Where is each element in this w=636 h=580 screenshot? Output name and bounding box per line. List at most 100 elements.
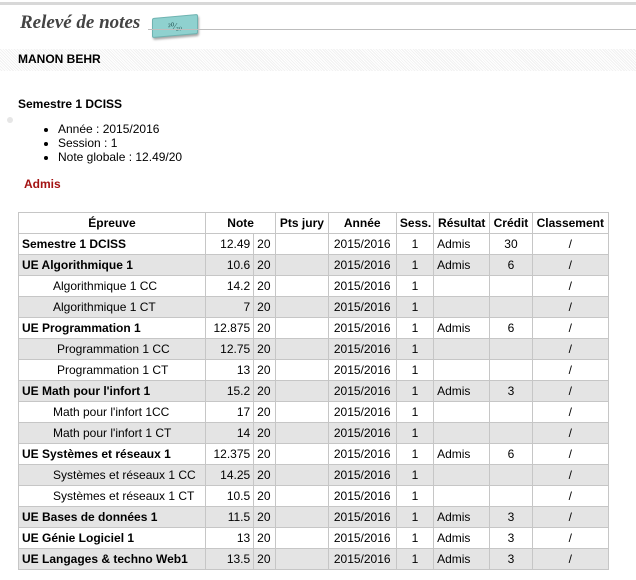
- cell-resultat: [433, 485, 491, 507]
- cell-pts-jury: [275, 296, 329, 318]
- cell-annee: 2015/2016: [327, 422, 397, 444]
- cell-credit: 3: [489, 548, 533, 570]
- page-title: Relevé de notes: [20, 12, 141, 33]
- col-epreuve: Épreuve: [18, 212, 206, 234]
- cell-credit: [489, 296, 533, 318]
- cell-session: 1: [395, 317, 435, 339]
- result-status: Admis: [24, 177, 61, 191]
- cell-note-max: 20: [253, 359, 277, 381]
- cell-pts-jury: [275, 464, 329, 486]
- col-note: Note: [204, 212, 277, 234]
- cell-pts-jury: [275, 254, 329, 276]
- cell-credit: [489, 275, 533, 297]
- cell-session: 1: [395, 506, 435, 528]
- cell-credit: 6: [489, 317, 533, 339]
- cell-note: 7: [204, 296, 255, 318]
- cell-note-max: 20: [253, 254, 277, 276]
- cell-pts-jury: [275, 443, 329, 465]
- table-row: UE Math pour l'infort 1 15.2 20 2015/2016 1 A…: [18, 380, 610, 402]
- cell-epreuve: Programmation 1 CT: [18, 359, 206, 381]
- cell-note: 11.5: [204, 506, 255, 528]
- semester-title: Semestre 1 DCISS: [18, 97, 123, 111]
- cell-epreuve: Algorithmique 1 CC: [18, 275, 206, 297]
- cell-session: 1: [395, 296, 435, 318]
- cell-epreuve: Math pour l'infort 1CC: [18, 401, 206, 423]
- cell-credit: [489, 401, 533, 423]
- cell-note: 14.25: [204, 464, 255, 486]
- cell-epreuve: Systèmes et réseaux 1 CT: [18, 485, 206, 507]
- cell-credit: 3: [489, 506, 533, 528]
- cell-note-max: 20: [253, 233, 277, 255]
- cell-pts-jury: [275, 422, 329, 444]
- cell-pts-jury: [275, 317, 329, 339]
- cell-resultat: [433, 401, 491, 423]
- top-divider: [0, 2, 636, 5]
- bullet-decoration: [7, 117, 13, 123]
- cell-credit: [489, 422, 533, 444]
- cell-note-max: 20: [253, 464, 277, 486]
- cell-note-max: 20: [253, 443, 277, 465]
- cell-resultat: [433, 296, 491, 318]
- cell-resultat: [433, 464, 491, 486]
- cell-pts-jury: [275, 506, 329, 528]
- cell-note: 15.2: [204, 380, 255, 402]
- cell-credit: 6: [489, 443, 533, 465]
- cell-annee: 2015/2016: [327, 485, 397, 507]
- cell-session: 1: [395, 233, 435, 255]
- cell-session: 1: [395, 527, 435, 549]
- cell-resultat: [433, 338, 491, 360]
- info-session: Session : 1: [58, 136, 182, 150]
- cell-note: 14.2: [204, 275, 255, 297]
- grades-table: Épreuve Note Pts jury Année Sess. Résult…: [18, 212, 610, 570]
- table-row: Programmation 1 CT 13 20 2015/2016 1 /: [18, 359, 610, 381]
- cell-annee: 2015/2016: [327, 443, 397, 465]
- table-row: UE Programmation 1 12.875 20 2015/2016 1 Admi…: [18, 317, 610, 339]
- cell-session: 1: [395, 254, 435, 276]
- cell-note-max: 20: [253, 296, 277, 318]
- cell-credit: [489, 464, 533, 486]
- cell-note: 13.5: [204, 548, 255, 570]
- cell-pts-jury: [275, 275, 329, 297]
- cell-annee: 2015/2016: [327, 296, 397, 318]
- cell-note: 12.375: [204, 443, 255, 465]
- cell-session: 1: [395, 548, 435, 570]
- col-annee: Année: [327, 212, 397, 234]
- table-row: UE Langages & techno Web1 13.5 20 2015/2016…: [18, 548, 610, 570]
- cell-annee: 2015/2016: [327, 527, 397, 549]
- cell-classement: /: [531, 275, 610, 297]
- table-row: Systèmes et réseaux 1 CC 14.25 20 2015/2016…: [18, 464, 610, 486]
- cell-classement: /: [531, 485, 610, 507]
- cell-note: 10.6: [204, 254, 255, 276]
- cell-annee: 2015/2016: [327, 317, 397, 339]
- cell-resultat: Admis: [433, 233, 491, 255]
- cell-pts-jury: [275, 527, 329, 549]
- cell-epreuve: UE Bases de données 1: [18, 506, 206, 528]
- table-row: Systèmes et réseaux 1 CT 10.5 20 2015/2016 1…: [18, 485, 610, 507]
- cell-session: 1: [395, 275, 435, 297]
- cell-resultat: [433, 422, 491, 444]
- cell-epreuve: UE Langages & techno Web1: [18, 548, 206, 570]
- col-resultat: Résultat: [433, 212, 491, 234]
- col-classement: Classement: [531, 212, 610, 234]
- cell-annee: 2015/2016: [327, 359, 397, 381]
- cell-classement: /: [531, 443, 610, 465]
- cell-credit: 3: [489, 527, 533, 549]
- cell-epreuve: Algorithmique 1 CT: [18, 296, 206, 318]
- cell-pts-jury: [275, 233, 329, 255]
- col-pts-jury: Pts jury: [275, 212, 329, 234]
- cell-annee: 2015/2016: [327, 233, 397, 255]
- cell-classement: /: [531, 254, 610, 276]
- cell-epreuve: UE Math pour l'infort 1: [18, 380, 206, 402]
- cell-session: 1: [395, 380, 435, 402]
- student-name: MANON BEHR: [18, 52, 101, 66]
- semester-info-list: Année : 2015/2016 Session : 1 Note globa…: [40, 122, 182, 164]
- cell-classement: /: [531, 296, 610, 318]
- cell-note: 10.5: [204, 485, 255, 507]
- cell-pts-jury: [275, 338, 329, 360]
- cell-classement: /: [531, 548, 610, 570]
- cell-annee: 2015/2016: [327, 338, 397, 360]
- table-row: UE Bases de données 1 11.5 20 2015/2016 1 Adm…: [18, 506, 610, 528]
- cell-classement: /: [531, 464, 610, 486]
- cell-annee: 2015/2016: [327, 380, 397, 402]
- cell-annee: 2015/2016: [327, 401, 397, 423]
